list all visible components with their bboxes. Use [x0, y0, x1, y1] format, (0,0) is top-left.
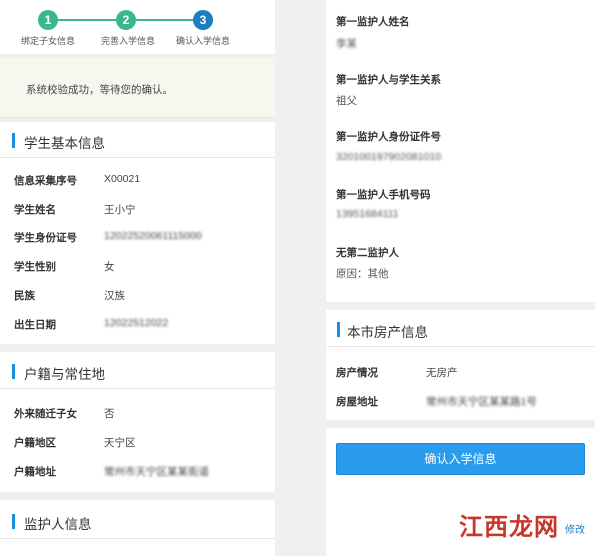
confirm-enrollment-button[interactable]: 确认入学信息 [336, 443, 585, 475]
no-second-guardian-reason: 原因：其他 [336, 268, 389, 280]
info-row: 学生身份证号 12022520061115000 [14, 230, 264, 246]
section-accent-bar [337, 322, 340, 337]
guardian1-relation-label: 第一监护人与学生关系 [336, 74, 441, 86]
household-card: 户籍与常住地 外来随迁子女 否 户籍地区 天宁区 户籍地址 常州市天宁区某某街道 [0, 352, 275, 492]
row-value: X00021 [104, 173, 141, 185]
guardian1-phone-value: 13951684111 [336, 208, 399, 220]
property-card: 本市房产信息 房产情况 无房产 房屋地址 常州市天宁区某某路1号 [326, 310, 595, 420]
row-value: 12022512022 [104, 317, 169, 329]
step-1-label: 绑定子女信息 [21, 36, 76, 46]
row-value: 常州市天宁区某某街道 [104, 466, 209, 478]
row-label: 户籍地区 [14, 437, 56, 449]
modify-link[interactable]: 修改 [565, 521, 585, 536]
household-header: 户籍与常住地 [0, 355, 275, 389]
no-second-guardian-label: 无第二监护人 [336, 247, 399, 259]
guardian-header: 监护人信息 [0, 505, 275, 539]
info-row: 户籍地址 常州市天宁区某某街道 [14, 464, 264, 480]
row-value: 无房产 [426, 367, 458, 379]
right-column: 第一监护人姓名 李某 第一监护人与学生关系 祖父 第一监护人身份证件号 3201… [326, 0, 595, 556]
info-row: 户籍地区 天宁区 [14, 435, 264, 451]
info-row: 外来随迁子女 否 [14, 406, 264, 422]
info-row: 学生姓名 王小宁 [14, 202, 264, 218]
guardian-card: 监护人信息 [0, 500, 275, 556]
row-value: 天宁区 [104, 437, 136, 449]
guardian1-phone-label: 第一监护人手机号码 [336, 189, 431, 201]
step-connector [58, 19, 116, 21]
section-accent-bar [12, 133, 15, 148]
guardian1-id-value: 320100197902081010 [336, 151, 442, 163]
row-label: 出生日期 [14, 319, 56, 331]
row-label: 外来随迁子女 [14, 408, 77, 420]
row-value: 常州市天宁区某某路1号 [426, 396, 537, 408]
step-connector [136, 19, 194, 21]
guardian-title: 监护人信息 [24, 517, 92, 532]
info-row: 房产情况 无房产 [336, 365, 586, 381]
info-row: 信息采集序号 X00021 [14, 173, 264, 189]
left-column: 1 2 3 绑定子女信息 完善入学信息 确认入学信息 系统校验成功，等待您的确认… [0, 0, 275, 556]
row-value: 否 [104, 408, 115, 420]
step-2-circle: 2 [116, 10, 136, 30]
info-row: 房屋地址 常州市天宁区某某路1号 [336, 394, 586, 410]
step-3-label: 确认入学信息 [176, 36, 231, 46]
guardian1-name-value: 李某 [336, 38, 357, 50]
section-accent-bar [12, 514, 15, 529]
step-1-circle: 1 [38, 10, 58, 30]
row-value: 汉族 [104, 290, 125, 302]
row-label: 学生身份证号 [14, 232, 77, 244]
status-notice-text: 系统校验成功，等待您的确认。 [26, 84, 173, 96]
household-title: 户籍与常住地 [24, 367, 105, 382]
guardian1-relation-value: 祖父 [336, 95, 357, 107]
info-row: 民族 汉族 [14, 288, 264, 304]
step-3-circle: 3 [193, 10, 213, 30]
section-accent-bar [12, 364, 15, 379]
step-2-label: 完善入学信息 [101, 36, 156, 46]
row-label: 学生性别 [14, 261, 56, 273]
row-label: 信息采集序号 [14, 175, 77, 187]
property-title: 本市房产信息 [347, 325, 428, 340]
watermark-logo: 江西龙网 [459, 512, 559, 541]
student-info-card: 学生基本信息 信息采集序号 X00021 学生姓名 王小宁 学生身份证号 120… [0, 122, 275, 344]
row-value: 12022520061115000 [104, 230, 202, 242]
row-label: 房产情况 [336, 367, 378, 379]
row-label: 房屋地址 [336, 396, 378, 408]
info-row: 出生日期 12022512022 [14, 317, 264, 333]
info-row: 学生性别 女 [14, 259, 264, 275]
property-header: 本市房产信息 [326, 313, 595, 347]
status-notice: 系统校验成功，等待您的确认。 [0, 58, 275, 118]
row-label: 户籍地址 [14, 466, 56, 478]
row-label: 学生姓名 [14, 204, 56, 216]
progress-stepper: 1 2 3 绑定子女信息 完善入学信息 确认入学信息 [0, 0, 275, 54]
student-info-title: 学生基本信息 [24, 136, 105, 151]
guardian1-id-label: 第一监护人身份证件号 [336, 131, 441, 143]
row-value: 王小宁 [104, 204, 136, 216]
row-value: 女 [104, 261, 115, 273]
guardian1-name-label: 第一监护人姓名 [336, 16, 410, 28]
guardian-detail-card: 第一监护人姓名 李某 第一监护人与学生关系 祖父 第一监护人身份证件号 3201… [326, 0, 595, 302]
student-info-header: 学生基本信息 [0, 124, 275, 158]
row-label: 民族 [14, 290, 35, 302]
